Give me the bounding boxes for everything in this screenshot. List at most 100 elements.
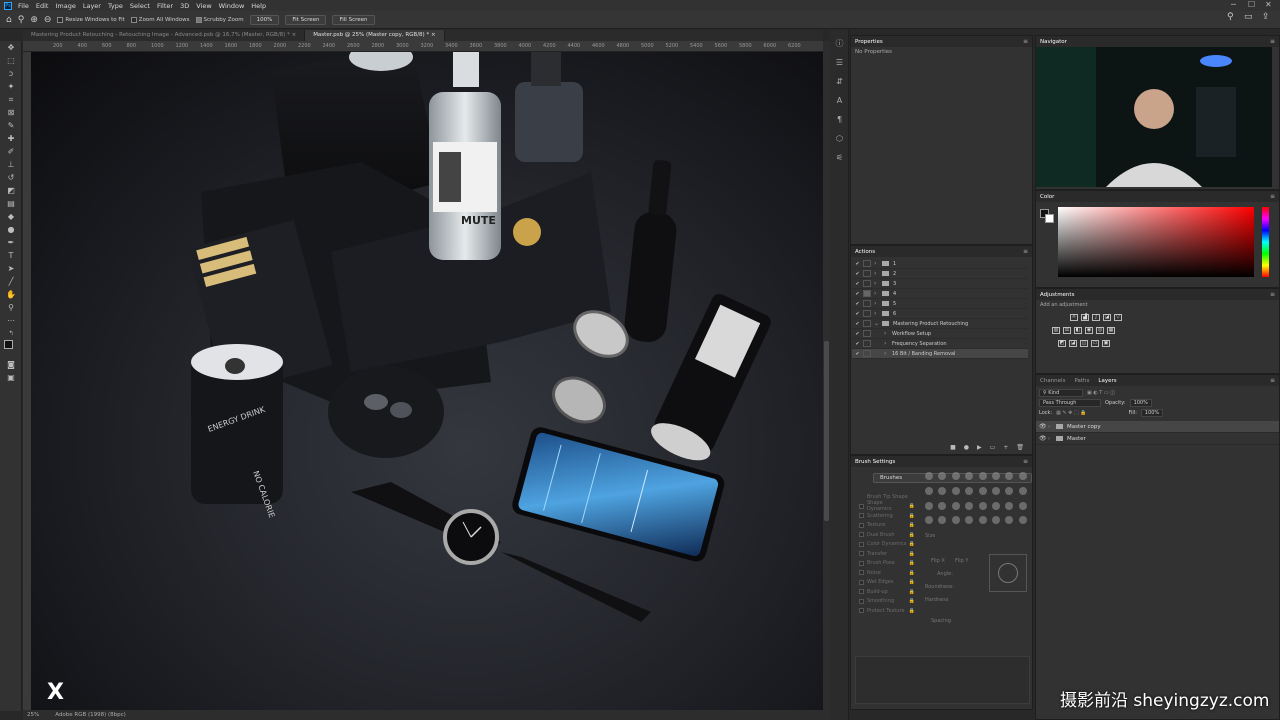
scrubby-zoom-checkbox[interactable]: Scrubby Zoom [195,16,244,23]
brush-setting-checkbox[interactable] [859,608,864,614]
expand-arrow-icon[interactable]: › [874,290,882,297]
panel-menu-icon[interactable]: ≡ [1270,291,1275,298]
brush-setting-checkbox[interactable] [859,503,864,509]
lock-icon[interactable]: 🔒 [909,589,915,595]
tab-layers[interactable]: Layers [1098,378,1116,384]
gradient-map-icon[interactable]: ▭ [1091,340,1099,347]
check-icon[interactable]: ✔ [852,331,863,337]
properties-title[interactable]: Properties [855,39,883,45]
photo-filter-icon[interactable]: ◉ [1085,327,1093,334]
filter-icons[interactable]: ▣ ◐ T ▭ ◫ [1087,390,1115,396]
tab-master-document[interactable]: Master.psb @ 25% (Master copy, RGB/8) * … [305,30,445,41]
brush-tip[interactable] [978,501,987,510]
check-icon[interactable]: ✔ [852,341,863,347]
expand-arrow-icon[interactable]: › [1048,436,1056,442]
brush-tip[interactable] [978,486,987,495]
expand-arrow-icon[interactable]: › [874,300,882,307]
panel-menu-icon[interactable]: ≡ [1023,248,1028,255]
brush-setting-checkbox[interactable] [859,589,864,595]
zoom-100-button[interactable]: 100% [249,14,280,25]
document-canvas[interactable]: MUTE ENERGY DRINK NO CALORIE X [31,52,823,710]
black-white-icon[interactable]: ◧ [1074,327,1082,334]
check-icon[interactable]: ✔ [852,281,863,287]
action-item[interactable]: ✔ ⌄ Mastering Product Retouching [852,319,1028,329]
selective-color-icon[interactable]: ▣ [1102,340,1110,347]
brush-tip[interactable] [925,472,933,480]
record-icon[interactable]: ● [964,444,969,451]
zoom-tool-icon[interactable]: ⚲ [18,15,25,25]
action-item[interactable]: ✔ › 1 [852,259,1028,269]
layer-name[interactable]: Master [1067,436,1086,442]
brush-tip[interactable] [1005,516,1014,525]
home-icon[interactable]: ⌂ [6,15,12,25]
menu-view[interactable]: View [196,2,211,10]
screen-mode-icon[interactable]: ▣ [0,371,22,384]
dodge-tool-icon[interactable]: ● [0,223,22,236]
expand-arrow-icon[interactable]: › [884,340,892,347]
brush-setting-item[interactable]: Scattering 🔒 [859,511,919,521]
expand-arrow-icon[interactable]: › [1048,424,1056,430]
brush-tip[interactable] [978,472,987,480]
check-icon[interactable]: ✔ [852,291,863,297]
brush-setting-checkbox[interactable] [859,513,864,519]
expand-arrow-icon[interactable]: › [874,260,882,267]
eye-icon[interactable]: 👁 [1039,435,1048,442]
layer-row[interactable]: 👁 › Master [1036,433,1279,445]
check-icon[interactable]: ✔ [852,301,863,307]
action-item[interactable]: ✔ › 4 [852,289,1028,299]
dialog-toggle[interactable] [863,350,871,357]
curves-icon[interactable]: ∫ [1092,314,1100,321]
lock-icon[interactable]: 🔒 [909,560,915,566]
history-brush-icon[interactable]: ↺ [0,171,22,184]
healing-brush-icon[interactable]: ✚ [0,132,22,145]
marquee-tool-icon[interactable]: ⬚ [0,54,22,67]
brush-setting-item[interactable]: Protect Texture 🔒 [859,606,919,616]
brush-setting-checkbox[interactable] [859,541,864,547]
brush-setting-checkbox[interactable] [859,570,864,576]
check-icon[interactable]: ✔ [852,271,863,277]
brush-tip[interactable] [951,472,960,480]
dialog-toggle[interactable] [863,260,871,267]
layer-name[interactable]: Master copy [1067,424,1101,430]
threshold-icon[interactable]: ◫ [1080,340,1088,347]
menu-help[interactable]: Help [251,2,266,10]
lock-icon[interactable]: 🔒 [909,541,915,547]
crop-tool-icon[interactable]: ⌗ [0,93,22,106]
expand-arrow-icon[interactable]: ⌄ [874,320,882,327]
action-item[interactable]: ✔ › 3 [852,279,1028,289]
menu-image[interactable]: Image [55,2,75,10]
canvas-vertical-scrollbar[interactable] [823,41,830,710]
line-tool-icon[interactable]: ╱ [0,275,22,288]
panel-menu-icon[interactable]: ≡ [1023,458,1028,465]
brush-tip[interactable] [951,516,960,525]
opacity-input[interactable]: 100% [1129,399,1152,407]
brush-tip[interactable] [938,501,947,510]
brush-setting-item[interactable]: Noise 🔒 [859,568,919,578]
lasso-tool-icon[interactable]: ↄ [0,67,22,80]
resize-windows-checkbox[interactable]: Resize Windows to Fit [57,16,125,23]
brush-tip[interactable] [991,516,1000,525]
brush-setting-item[interactable]: Transfer 🔒 [859,549,919,559]
dialog-toggle[interactable] [863,310,871,317]
posterize-icon[interactable]: ◪ [1069,340,1077,347]
brush-tip[interactable] [951,501,960,510]
libraries-icon[interactable]: ⇵ [830,72,849,91]
eye-icon[interactable]: 👁 [1039,423,1048,430]
hue-slider[interactable] [1262,207,1269,277]
brush-setting-item[interactable]: Shape Dynamics 🔒 [859,500,919,512]
stop-icon[interactable]: ■ [950,444,956,451]
lock-icon[interactable]: 🔒 [909,532,915,538]
brush-tip[interactable] [938,486,947,495]
brush-tip[interactable] [925,486,933,495]
character-icon[interactable]: A [830,91,849,110]
expand-arrow-icon[interactable]: › [874,270,882,277]
check-icon[interactable]: ✔ [852,261,863,267]
lock-icon[interactable]: 🔒 [909,598,915,604]
brush-setting-checkbox[interactable] [859,522,864,528]
action-item[interactable]: ✔ › 16 Bit / Banding Removal [852,349,1028,359]
brush-setting-checkbox[interactable] [859,598,864,604]
path-select-icon[interactable]: ➤ [0,262,22,275]
panel-menu-icon[interactable]: ≡ [1270,38,1275,45]
brush-tip[interactable] [991,486,1000,495]
brush-tip[interactable] [1005,486,1014,495]
